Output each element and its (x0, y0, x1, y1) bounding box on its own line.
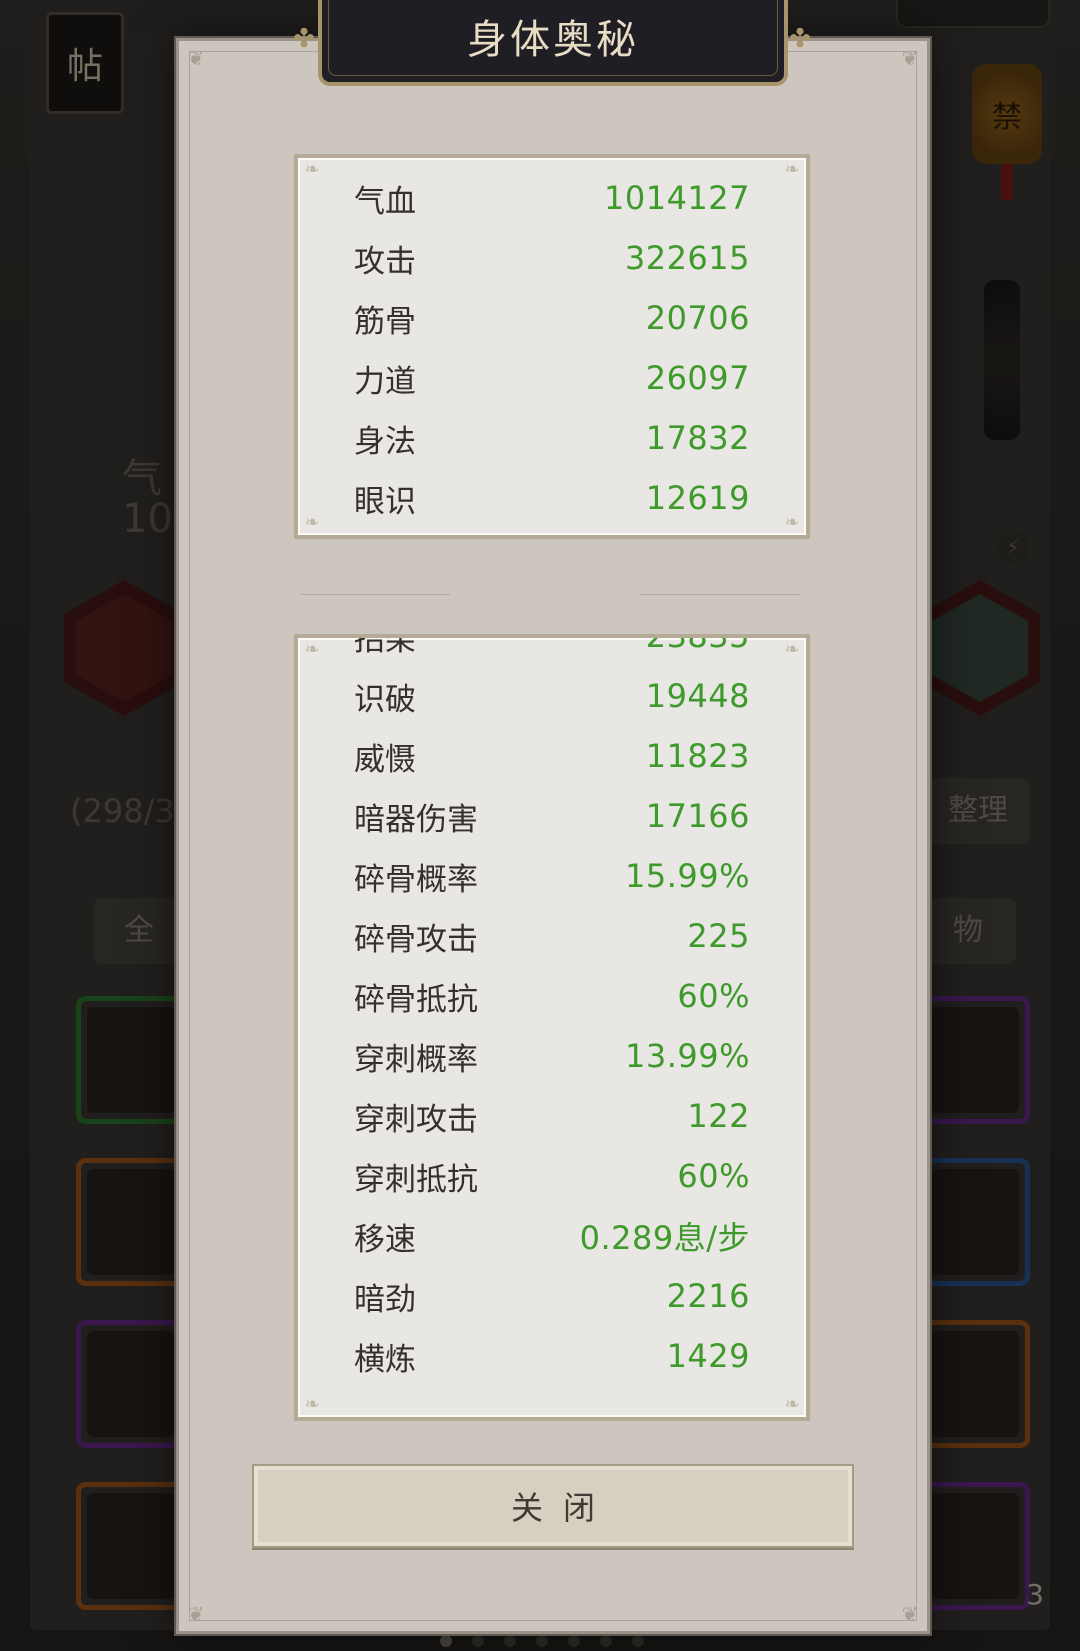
stat-value: 26097 (645, 359, 750, 397)
stat-label: 穿刺攻击 (354, 1101, 478, 1138)
corner-ornament-icon: ❧ (784, 1394, 800, 1415)
corner-ornament-icon: ❧ (784, 159, 800, 180)
stat-label: 碎骨抵抗 (354, 981, 478, 1018)
corner-ornament-icon: ❦ (187, 46, 205, 70)
corner-ornament-icon: ❦ (901, 46, 919, 70)
stat-value: 60% (677, 1157, 750, 1195)
stat-label: 气血 (354, 183, 416, 220)
stat-label: 碎骨概率 (354, 861, 478, 898)
stat-row: 攻击 322615 (354, 228, 750, 288)
stat-label: 暗劲 (354, 1281, 416, 1318)
corner-ornament-icon: ❦ (901, 1602, 919, 1626)
stat-value: 1014127 (603, 179, 750, 217)
corner-ornament-icon: ❧ (304, 512, 320, 533)
corner-ornament-icon: ❧ (304, 1394, 320, 1415)
close-button[interactable]: 关闭 (252, 1464, 854, 1548)
stat-label: 攻击 (354, 243, 416, 280)
stat-row: 穿刺抵抗 60% (354, 1146, 750, 1206)
stat-row: 碎骨抵抗 60% (354, 966, 750, 1026)
stat-row: 识破 19448 (354, 666, 750, 726)
flourish-right-icon: ✤ (789, 24, 811, 54)
stat-label: 识破 (354, 681, 416, 718)
dialog-title-bar: 身体奥秘 (318, 0, 788, 86)
stat-value: 60% (677, 977, 750, 1015)
stat-value: 1429 (666, 1337, 750, 1375)
stat-label: 眼识 (354, 483, 416, 520)
stat-value: 13.99% (624, 1037, 750, 1075)
stat-value: 2216 (666, 1277, 750, 1315)
stat-row: 横炼 1429 (354, 1326, 750, 1386)
stat-row: 暗器伤害 17166 (354, 786, 750, 846)
stat-row: 筋骨 20706 (354, 288, 750, 348)
stat-value: 23835 (645, 634, 750, 655)
stat-row: 穿刺概率 13.99% (354, 1026, 750, 1086)
stat-label: 碎骨攻击 (354, 921, 478, 958)
stat-label: 暗器伤害 (354, 801, 478, 838)
corner-ornament-icon: ❧ (304, 159, 320, 180)
stat-row: 暗劲 2216 (354, 1266, 750, 1326)
stat-value: 122 (687, 1097, 750, 1135)
corner-ornament-icon: ❦ (187, 1602, 205, 1626)
corner-ornament-icon: ❧ (304, 639, 320, 660)
stat-row: 气血 1014127 (354, 168, 750, 228)
stat-row: 碎骨概率 15.99% (354, 846, 750, 906)
stat-value: 19448 (645, 677, 750, 715)
stat-label: 威慑 (354, 741, 416, 778)
advanced-stats-scroll-panel[interactable]: ❧ ❧ ❧ ❧ 招架 23835 识破 19448 威慑 11823 暗器伤害 1716… (294, 634, 810, 1421)
stat-label: 筋骨 (354, 303, 416, 340)
corner-ornament-icon: ❧ (784, 512, 800, 533)
divider-ornament-left (300, 582, 450, 595)
stat-row: 力道 26097 (354, 348, 750, 408)
stat-label: 穿刺概率 (354, 1041, 478, 1078)
stat-label: 招架 (354, 634, 416, 658)
stat-row: 身法 17832 (354, 408, 750, 468)
stat-value: 12619 (645, 479, 750, 517)
stat-label: 力道 (354, 363, 416, 400)
stat-value: 0.289息/步 (579, 1219, 750, 1257)
stat-label: 移速 (354, 1221, 416, 1258)
stat-row: 招架 23835 (354, 634, 750, 666)
base-stats-panel: ❧ ❧ ❧ ❧ 气血 1014127 攻击 322615 筋骨 20706 力道 260… (294, 154, 810, 539)
flourish-left-icon: ✤ (293, 24, 315, 54)
stat-row: 威慑 11823 (354, 726, 750, 786)
stat-value: 322615 (624, 239, 750, 277)
stat-row: 移速 0.289息/步 (354, 1206, 750, 1266)
divider-ornament-right (640, 582, 800, 595)
stat-row: 碎骨攻击 225 (354, 906, 750, 966)
stat-row: 眼识 12619 (354, 468, 750, 528)
stat-value: 15.99% (624, 857, 750, 895)
stat-value: 20706 (645, 299, 750, 337)
stat-label: 身法 (354, 423, 416, 460)
corner-ornament-icon: ❧ (784, 639, 800, 660)
stat-value: 17832 (645, 419, 750, 457)
stat-value: 11823 (645, 737, 750, 775)
stat-value: 17166 (645, 797, 750, 835)
stat-label: 穿刺抵抗 (354, 1161, 478, 1198)
stat-label: 横炼 (354, 1341, 416, 1378)
dialog-title: 身体奥秘 (467, 17, 639, 63)
stat-value: 225 (687, 917, 750, 955)
stat-row: 穿刺攻击 122 (354, 1086, 750, 1146)
